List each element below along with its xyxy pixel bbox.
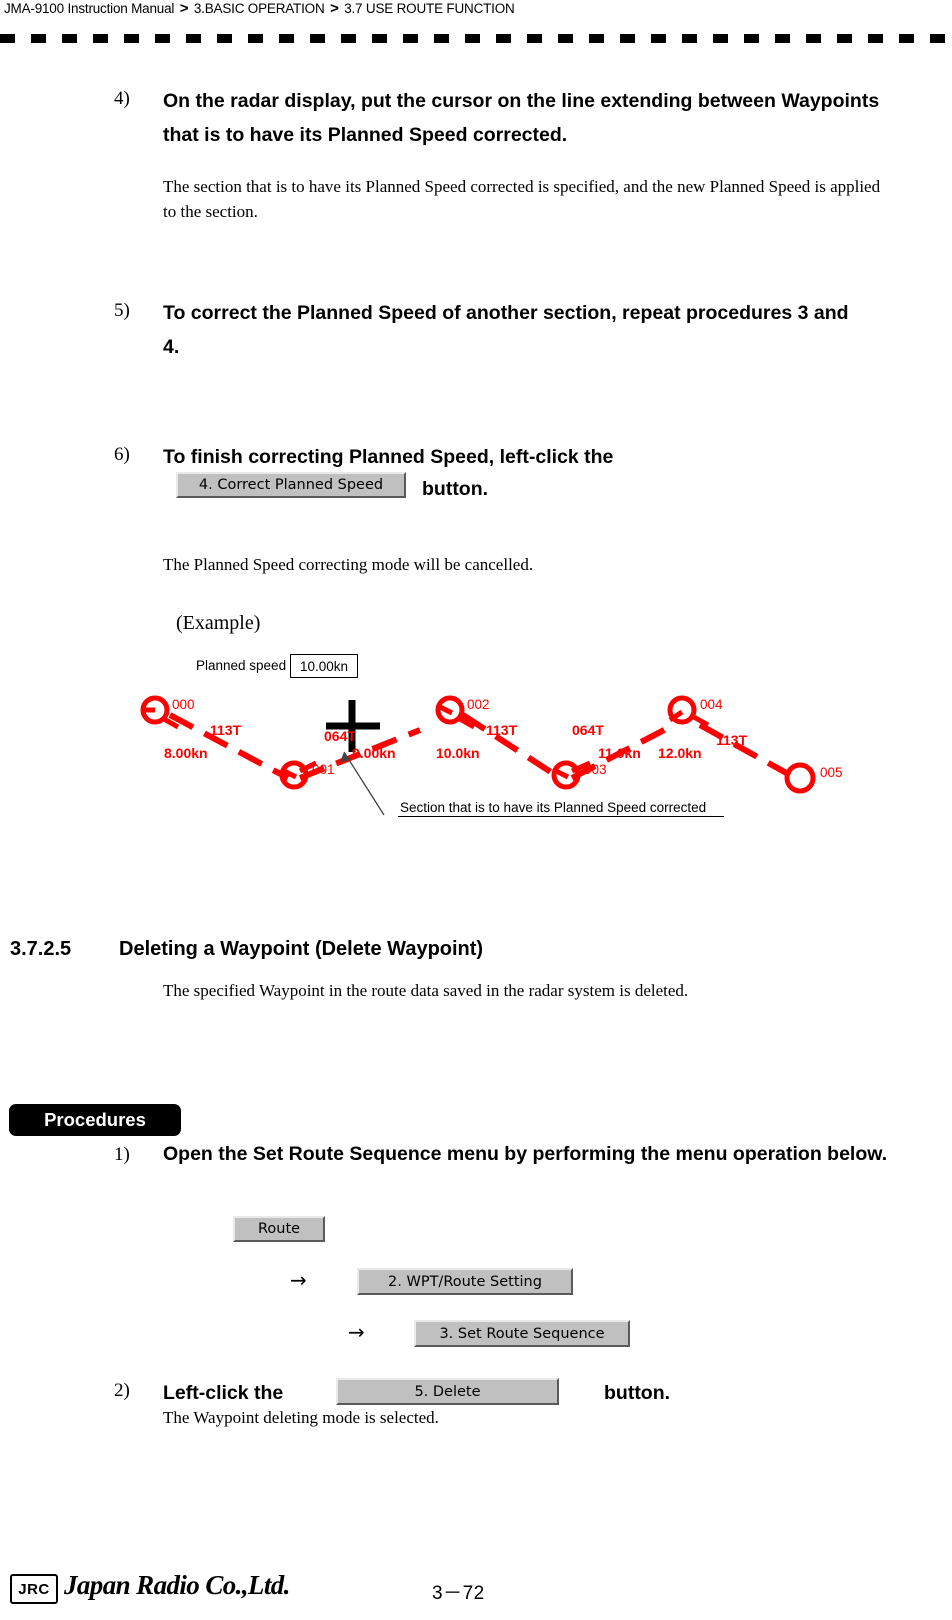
leg-speed-4: 11.0kn xyxy=(598,745,641,761)
leg-course-5: 113T xyxy=(716,732,748,748)
leg-course-4: 064T xyxy=(572,722,604,738)
step-4-number: 4) xyxy=(114,88,130,109)
step-5-heading: To correct the Planned Speed of another … xyxy=(163,302,849,358)
jrc-logo: JRC xyxy=(10,1574,58,1604)
procedure-step-1-heading: Open the Set Route Sequence menu by perf… xyxy=(163,1143,888,1165)
figure-caption: Section that is to have its Planned Spee… xyxy=(400,800,707,815)
menu-button-wpt-route-setting[interactable]: 2. WPT/Route Setting xyxy=(357,1268,573,1295)
waypoint-marker-005 xyxy=(784,762,816,794)
waypoint-label-002: 002 xyxy=(467,697,490,712)
example-figure: (Example) Planned speed 10.00kn 000 001 … xyxy=(0,600,952,840)
step-4-body: The section that is to have its Planned … xyxy=(163,177,881,221)
menu-button-set-route-sequence[interactable]: 3. Set Route Sequence xyxy=(414,1320,630,1347)
leg-speed-3: 10.0kn xyxy=(436,745,480,761)
leg-speed-1: 8.00kn xyxy=(164,745,208,761)
leg-speed-5: 12.0kn xyxy=(658,745,702,761)
procedure-step-2-body: The Waypoint deleting mode is selected. xyxy=(163,1408,439,1427)
menu-arrow-2: → xyxy=(348,1320,365,1344)
waypoint-label-000: 000 xyxy=(172,697,195,712)
breadcrumb-section: 3.7 USE ROUTE FUNCTION xyxy=(344,1,515,16)
leg-course-2: 064T xyxy=(324,728,356,744)
breadcrumb-separator-2: > xyxy=(330,0,339,17)
waypoint-tail-004 xyxy=(690,713,710,728)
page-number: 3－72 xyxy=(432,1583,485,1604)
menu-arrow-1: → xyxy=(290,1268,307,1292)
step-6-heading-part1: To finish correcting Planned Speed, left… xyxy=(163,446,614,468)
company-name: Japan Radio Co.,Ltd. xyxy=(64,1570,290,1600)
breadcrumb-manual: JMA-9100 Instruction Manual xyxy=(4,1,175,16)
procedure-step-1-number: 1) xyxy=(114,1144,130,1165)
waypoint-label-001: 001 xyxy=(312,762,335,777)
correct-planned-speed-button[interactable]: 4. Correct Planned Speed xyxy=(176,472,406,498)
breadcrumb-chapter: 3.BASIC OPERATION xyxy=(193,1,325,16)
leg-course-3: 113T xyxy=(486,722,518,738)
breadcrumb: JMA-9100 Instruction Manual > 3.BASIC OP… xyxy=(4,0,515,17)
step-6-number: 6) xyxy=(114,444,130,465)
header-dashed-rule xyxy=(0,34,952,43)
figure-caption-underline xyxy=(398,816,724,818)
step-4-heading: On the radar display, put the cursor on … xyxy=(163,90,880,146)
menu-button-route[interactable]: Route xyxy=(233,1216,325,1242)
waypoint-label-004: 004 xyxy=(700,697,723,712)
section-title: Deleting a Waypoint (Delete Waypoint) xyxy=(119,938,484,960)
step-6-heading-part2: button. xyxy=(422,478,489,500)
step-6-body: The Planned Speed correcting mode will b… xyxy=(163,555,534,574)
step-5-number: 5) xyxy=(114,300,130,321)
section-intro: The specified Waypoint in the route data… xyxy=(163,981,689,1000)
page-header: JMA-9100 Instruction Manual > 3.BASIC OP… xyxy=(0,0,952,44)
procedures-tag: Procedures xyxy=(9,1104,181,1136)
waypoint-label-003: 003 xyxy=(584,762,607,777)
leg-course-1: 113T xyxy=(210,722,242,738)
breadcrumb-separator-1: > xyxy=(179,0,189,17)
section-number: 3.7.2.5 xyxy=(10,938,72,960)
waypoint-label-005: 005 xyxy=(820,765,843,780)
delete-button[interactable]: 5. Delete xyxy=(336,1378,559,1405)
procedure-step-2-number: 2) xyxy=(114,1380,130,1401)
leg-speed-2: 9.00kn xyxy=(352,745,396,761)
